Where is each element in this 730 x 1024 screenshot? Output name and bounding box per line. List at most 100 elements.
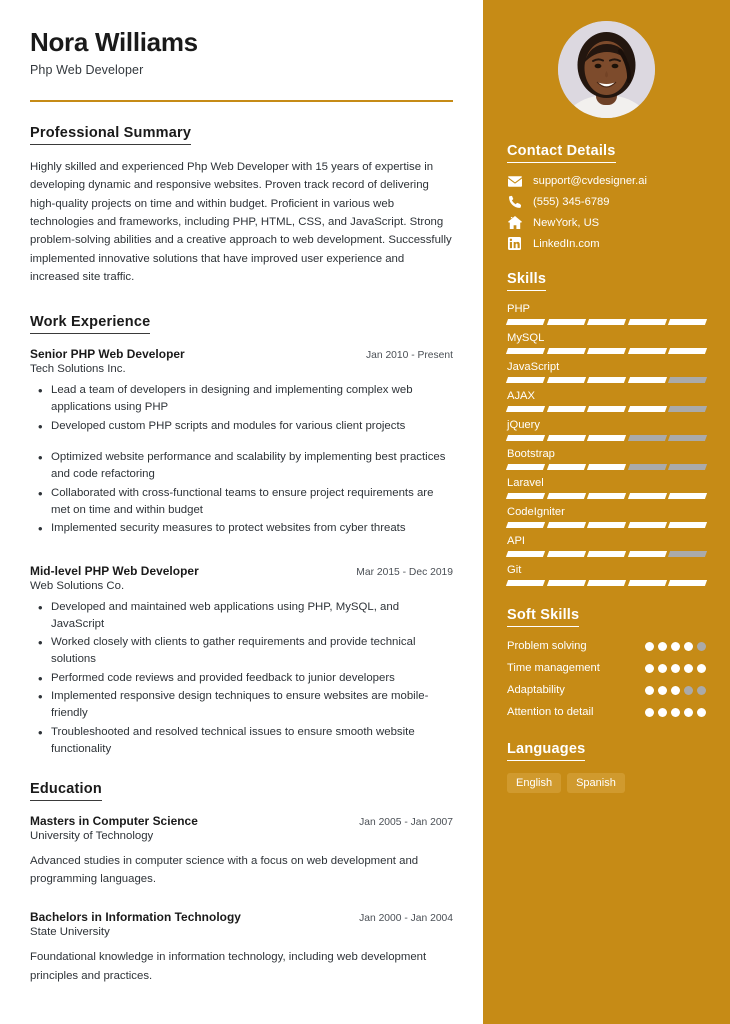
experience-entry-header: Senior PHP Web Developer Jan 2010 - Pres… [30, 347, 453, 361]
skill-label: Bootstrap [507, 448, 555, 460]
experience-bullet-list: Developed and maintained web application… [30, 598, 453, 759]
experience-bullet: Implemented security measures to protect… [30, 519, 453, 539]
rating-dot [645, 708, 654, 718]
soft-skill-rating [645, 705, 706, 718]
contact-item-location[interactable]: NewYork, US [507, 216, 706, 229]
skill-item: MySQL [505, 332, 708, 354]
education-entry-header: Bachelors in Information Technology Jan … [30, 910, 453, 924]
education-entry: Bachelors in Information Technology Jan … [30, 910, 453, 984]
contact-email-value: support@cvdesigner.ai [533, 175, 647, 187]
skill-bar-segment [587, 377, 626, 383]
skill-bar-segment [546, 319, 586, 325]
soft-skill-item: Problem solving [507, 639, 706, 654]
main-column: Nora Williams Php Web Developer Professi… [0, 0, 483, 1024]
skill-bar-segment [627, 406, 667, 412]
contact-item-email[interactable]: support@cvdesigner.ai [507, 175, 706, 187]
skill-item: jQuery [505, 419, 708, 441]
skill-item: JavaScript [505, 361, 708, 383]
skill-bar-segment [627, 580, 667, 586]
soft-skill-label: Adaptability [507, 684, 565, 697]
experience-bullet: Lead a team of developers in designing a… [30, 381, 453, 417]
candidate-name: Nora Williams [30, 27, 198, 57]
experience-date: Jan 2010 - Present [365, 349, 453, 361]
contact-linkedin-value: LinkedIn.com [533, 237, 600, 250]
skill-label: CodeIgniter [507, 506, 565, 518]
sidebar-heading-contact: Contact Details [507, 143, 616, 163]
skill-bar-segment [587, 435, 626, 441]
education-entry-header: Masters in Computer Science Jan 2005 - J… [30, 814, 453, 828]
skill-level-bar [505, 348, 708, 354]
home-icon [507, 216, 522, 229]
experience-bullet: Collaborated with cross-functional teams… [30, 484, 453, 520]
sidebar-heading-languages: Languages [507, 741, 586, 762]
skill-level-bar [505, 377, 708, 383]
skill-label: Laravel [507, 477, 544, 489]
avatar [558, 21, 655, 118]
education-description: Advanced studies in computer science wit… [30, 855, 419, 886]
skill-bar-segment [505, 580, 545, 586]
skill-item: Bootstrap [505, 448, 708, 470]
summary-text: Highly skilled and experienced Php Web D… [30, 160, 452, 284]
rating-dot [658, 686, 667, 696]
rating-dot [684, 664, 693, 674]
skill-label: AJAX [507, 390, 535, 402]
skill-bar-segment [505, 464, 545, 470]
avatar-container [507, 0, 706, 142]
skill-bar-segment [546, 522, 586, 528]
experience-organization: Web Solutions Co. [30, 579, 125, 592]
experience-role: Mid-level PHP Web Developer [30, 563, 199, 578]
skill-bar-segment [505, 348, 545, 354]
skills-list: PHP MySQL JavaScript AJAX jQuery Bootstrap Lar… [505, 303, 708, 586]
skill-bar-segment [587, 319, 626, 325]
skill-item: AJAX [505, 390, 708, 412]
skill-bar-segment [668, 493, 708, 499]
education-school: University of Technology [30, 830, 154, 843]
rating-dot [697, 686, 706, 696]
education-date: Jan 2000 - Jan 2004 [359, 913, 453, 925]
contact-location-value: NewYork, US [533, 216, 600, 229]
skill-bar-segment [627, 348, 667, 354]
skill-bar-segment [668, 464, 708, 470]
experience-bullet: Worked closely with clients to gather re… [30, 633, 453, 669]
rating-dot [697, 664, 706, 674]
soft-skill-item: Time management [507, 661, 706, 676]
rating-dot [684, 708, 693, 718]
contact-item-phone[interactable]: (555) 345-6789 [507, 195, 706, 208]
skill-bar-segment [627, 551, 667, 557]
skill-bar-segment [587, 580, 626, 586]
education-degree: Masters in Computer Science [30, 814, 198, 829]
rating-dot [671, 664, 680, 674]
skill-bar-segment [668, 522, 708, 528]
rating-dot [697, 642, 706, 651]
contact-item-linkedin[interactable]: LinkedIn.com [507, 237, 706, 250]
skill-level-bar [505, 319, 708, 325]
soft-skill-label: Time management [507, 662, 600, 675]
experience-bullet: Optimized website performance and scalab… [30, 448, 453, 484]
skill-level-bar [505, 580, 708, 586]
skill-bar-segment [668, 406, 708, 412]
skill-bar-segment [505, 406, 545, 412]
envelope-icon [507, 175, 522, 187]
soft-skill-rating [645, 683, 706, 696]
rating-dot [671, 686, 680, 696]
skill-item: CodeIgniter [505, 506, 708, 528]
skill-label: PHP [507, 303, 531, 315]
sidebar-section-languages: Languages English Spanish [507, 740, 706, 794]
skill-item: API [505, 535, 708, 557]
section-heading-education: Education [30, 781, 102, 802]
sidebar-section-skills: Skills PHP MySQL JavaScript AJAX jQuery Boots… [505, 270, 708, 586]
rating-dot [645, 686, 654, 696]
experience-bullet: Developed custom PHP scripts and modules… [30, 417, 453, 437]
languages-list: English Spanish [507, 773, 706, 794]
skill-bar-segment [546, 493, 586, 499]
skill-level-bar [505, 464, 708, 470]
skill-bar-segment [587, 348, 626, 354]
experience-organization: Tech Solutions Inc. [30, 362, 126, 375]
language-tag: Spanish [567, 773, 625, 794]
resume-page: Nora Williams Php Web Developer Professi… [0, 0, 730, 1024]
skill-bar-segment [587, 522, 626, 528]
header-divider [30, 99, 453, 102]
skill-item: PHP [505, 303, 708, 325]
skill-bar-segment [627, 319, 667, 325]
sidebar-section-soft-skills: Soft Skills Problem solving Time manageme… [507, 606, 706, 720]
